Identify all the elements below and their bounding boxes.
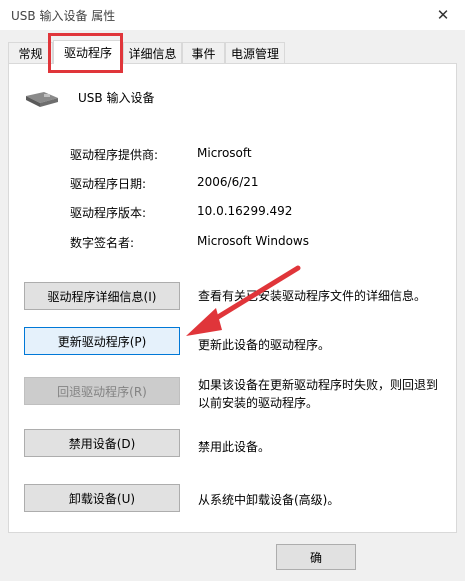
uninstall-device-button[interactable]: 卸载设备(U) — [24, 484, 180, 512]
disable-device-button[interactable]: 禁用设备(D) — [24, 429, 180, 457]
update-driver-description: 更新此设备的驱动程序。 — [198, 338, 331, 352]
driver-details-button[interactable]: 驱动程序详细信息(I) — [24, 282, 180, 310]
provider-label: 驱动程序提供商: — [70, 148, 159, 162]
usb-device-icon — [26, 92, 58, 107]
version-value: 10.0.16299.492 — [197, 204, 293, 218]
close-icon[interactable]: ✕ — [421, 0, 465, 30]
signer-label: 数字签名者: — [70, 236, 135, 250]
tab-details[interactable]: 详细信息 — [123, 42, 182, 63]
ok-button[interactable]: 确 — [276, 544, 356, 570]
update-driver-button[interactable]: 更新驱动程序(P) — [24, 327, 180, 355]
tab-power-management[interactable]: 电源管理 — [225, 42, 285, 63]
roll-back-driver-description: 如果该设备在更新驱动程序时失败，则回退到以前安装的驱动程序。 — [198, 378, 439, 410]
provider-value: Microsoft — [197, 146, 252, 160]
date-label: 驱动程序日期: — [70, 177, 147, 191]
driver-details-description: 查看有关已安装驱动程序文件的详细信息。 — [198, 289, 427, 303]
device-name: USB 输入设备 — [78, 91, 155, 105]
date-value: 2006/6/21 — [197, 175, 259, 189]
tab-general[interactable]: 常规 — [8, 42, 53, 63]
signer-value: Microsoft Windows — [197, 234, 309, 248]
uninstall-device-description: 从系统中卸载设备(高级)。 — [198, 493, 340, 507]
tab-highlight-box — [48, 33, 123, 73]
tab-events[interactable]: 事件 — [182, 42, 225, 63]
roll-back-driver-button[interactable]: 回退驱动程序(R) — [24, 377, 180, 405]
window-title: USB 输入设备 属性 — [11, 9, 116, 23]
title-bar: USB 输入设备 属性 ✕ — [0, 0, 465, 30]
disable-device-description: 禁用此设备。 — [198, 440, 271, 454]
version-label: 驱动程序版本: — [70, 206, 147, 220]
